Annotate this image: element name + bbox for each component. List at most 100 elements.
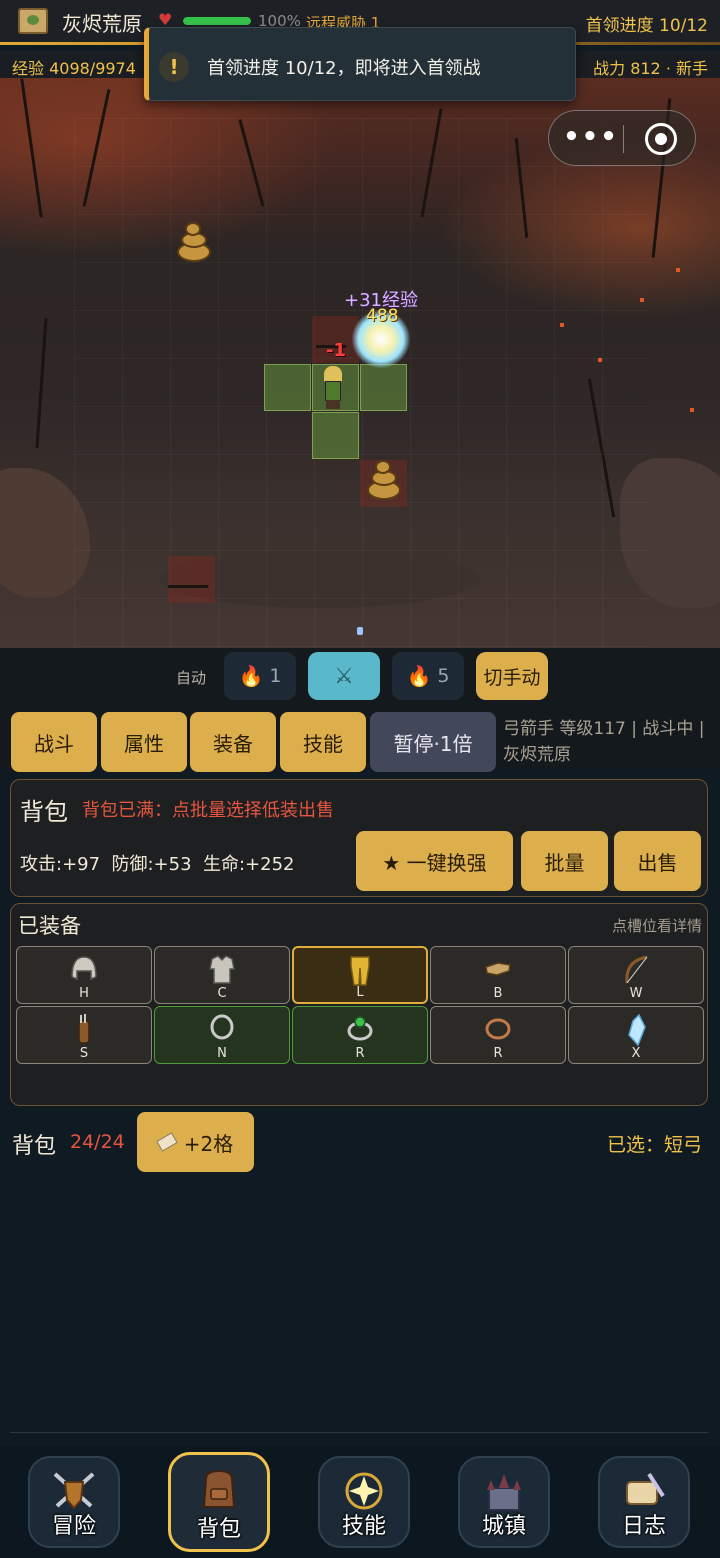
map-icon[interactable]: [18, 8, 48, 34]
tab-battle[interactable]: 战斗: [11, 712, 97, 772]
equip-slot-necklace[interactable]: N: [154, 1006, 290, 1064]
nav-label: 城镇: [481, 1514, 526, 1539]
character-info: 弓箭手 等级117 | 战斗中 | 灰烬荒原: [503, 719, 705, 765]
move-tile[interactable]: [312, 412, 359, 459]
hp-bar-fill: [183, 17, 251, 25]
equipped-panel: [10, 903, 708, 1106]
bag-full-warning: 背包已满：点批量选择低装出售: [82, 800, 334, 821]
nav-log[interactable]: 日志: [598, 1456, 690, 1548]
auto-label: 自动: [176, 669, 207, 687]
equipped-hint: 点槽位看详情: [611, 917, 702, 935]
boss-progress: 首领进度 10/12: [585, 16, 708, 36]
fire-skill-1-button[interactable]: 🔥 1: [224, 652, 296, 700]
nav-backpack[interactable]: 背包: [168, 1452, 270, 1552]
boss-toast: ! 首领进度 10/12，即将进入首领战: [144, 27, 576, 101]
skill-1-count: 1: [269, 665, 282, 687]
slot-letter: B: [493, 986, 503, 1001]
equipped-title: 已装备: [18, 914, 81, 938]
stat-summary: 攻击:+97 防御:+53 生命:+252: [20, 854, 295, 875]
tab-attributes[interactable]: 属性: [101, 712, 187, 772]
hp-bar: [183, 17, 251, 25]
auto-equip-button[interactable]: ★ 一键换强: [356, 831, 513, 891]
exp-text: 经验 4098/9974: [12, 59, 136, 78]
backpack-icon: [202, 1469, 236, 1508]
equip-slot-helmet[interactable]: H: [16, 946, 152, 1004]
dead-tree: [20, 78, 43, 218]
snake-enemy[interactable]: [363, 460, 403, 502]
move-tile[interactable]: [264, 364, 311, 411]
nav-label: 背包: [196, 1517, 241, 1542]
tab-skills[interactable]: 技能: [280, 712, 366, 772]
more-options-icon[interactable]: •••: [563, 123, 619, 153]
expand-label: +2格: [183, 1131, 234, 1156]
ember: [676, 268, 680, 272]
equip-slot-chest[interactable]: C: [154, 946, 290, 1004]
backpack-label: 背包: [12, 1134, 57, 1159]
necklace-icon: [210, 1014, 234, 1040]
scroll-quill-icon: [626, 1472, 665, 1505]
batch-select-button[interactable]: 批量: [521, 831, 608, 891]
toast-message: 首领进度 10/12，即将进入首领战: [207, 58, 481, 79]
helmet-icon: [71, 956, 97, 981]
nav-town[interactable]: 城镇: [458, 1456, 550, 1548]
slot-letter: X: [631, 1046, 641, 1061]
ticket-icon: [155, 1132, 178, 1152]
leg-armor-icon: [350, 956, 370, 986]
expand-backpack-button[interactable]: +2格: [137, 1112, 254, 1172]
boots-icon: [485, 962, 511, 976]
snake-enemy[interactable]: [173, 222, 213, 264]
power-text: 战力 812 · 新手: [593, 59, 708, 78]
equip-slot-legs[interactable]: L: [292, 946, 428, 1004]
close-target-icon[interactable]: [645, 123, 677, 155]
nav-divider: [10, 1432, 708, 1433]
slot-letter: N: [217, 1046, 227, 1061]
fire-skill-2-button[interactable]: 🔥 5: [392, 652, 464, 700]
equip-slot-ring-2[interactable]: R: [430, 1006, 566, 1064]
chest-armor-icon: [209, 955, 235, 984]
selected-item-text: 已选：短弓: [606, 1134, 702, 1156]
equip-slot-boots[interactable]: B: [430, 946, 566, 1004]
nav-label: 冒险: [51, 1514, 96, 1539]
nav-label: 技能: [341, 1514, 386, 1539]
nav-label: 日志: [621, 1514, 666, 1539]
copper-ring-icon: [485, 1018, 511, 1040]
slot-letter: W: [629, 986, 643, 1001]
damage-dealt-popup: 488: [366, 306, 399, 326]
slot-letter: H: [79, 986, 89, 1001]
equip-slot-special[interactable]: X: [568, 1006, 704, 1064]
flame-icon: 🔥: [238, 664, 264, 688]
pause-speed-button[interactable]: 暂停·1倍: [370, 712, 496, 772]
sell-button[interactable]: 出售: [614, 831, 701, 891]
dead-tree: [35, 318, 48, 448]
flame-icon: 🔥: [406, 664, 432, 688]
move-tile[interactable]: [360, 364, 407, 411]
slot-letter: C: [217, 986, 227, 1001]
ice-crystal-icon: [628, 1013, 646, 1047]
equip-slot-weapon[interactable]: W: [568, 946, 704, 1004]
star-burst-icon: [345, 1472, 383, 1510]
slot-letter: S: [79, 1046, 89, 1061]
hero-archer[interactable]: [316, 366, 350, 410]
attack-button[interactable]: ⚔: [308, 652, 380, 700]
damage-taken-popup: -1: [326, 340, 346, 361]
alert-icon: !: [159, 52, 189, 82]
crossed-swords-icon: ⚔: [334, 663, 354, 689]
zone-name: 灰烬荒原: [62, 12, 142, 36]
nav-skills[interactable]: 技能: [318, 1456, 410, 1548]
tab-equipment[interactable]: 装备: [190, 712, 276, 772]
nav-adventure[interactable]: 冒险: [28, 1456, 120, 1548]
slot-letter: R: [493, 1046, 503, 1061]
backpack-count: 24/24: [70, 1131, 125, 1153]
bow-icon: [625, 955, 648, 984]
slot-letter: R: [355, 1046, 365, 1061]
switch-manual-button[interactable]: 切手动: [476, 652, 548, 700]
emerald-ring-icon: [347, 1016, 373, 1041]
castle-icon: [487, 1474, 521, 1511]
capsule-divider: [623, 125, 624, 153]
ember: [690, 408, 694, 412]
crossed-swords-shield-icon: [53, 1472, 95, 1510]
loot-crystal-icon[interactable]: [357, 627, 363, 635]
slot-letter: L: [356, 985, 364, 1000]
equip-slot-ring-1[interactable]: R: [292, 1006, 428, 1064]
equip-slot-offhand[interactable]: S: [16, 1006, 152, 1064]
